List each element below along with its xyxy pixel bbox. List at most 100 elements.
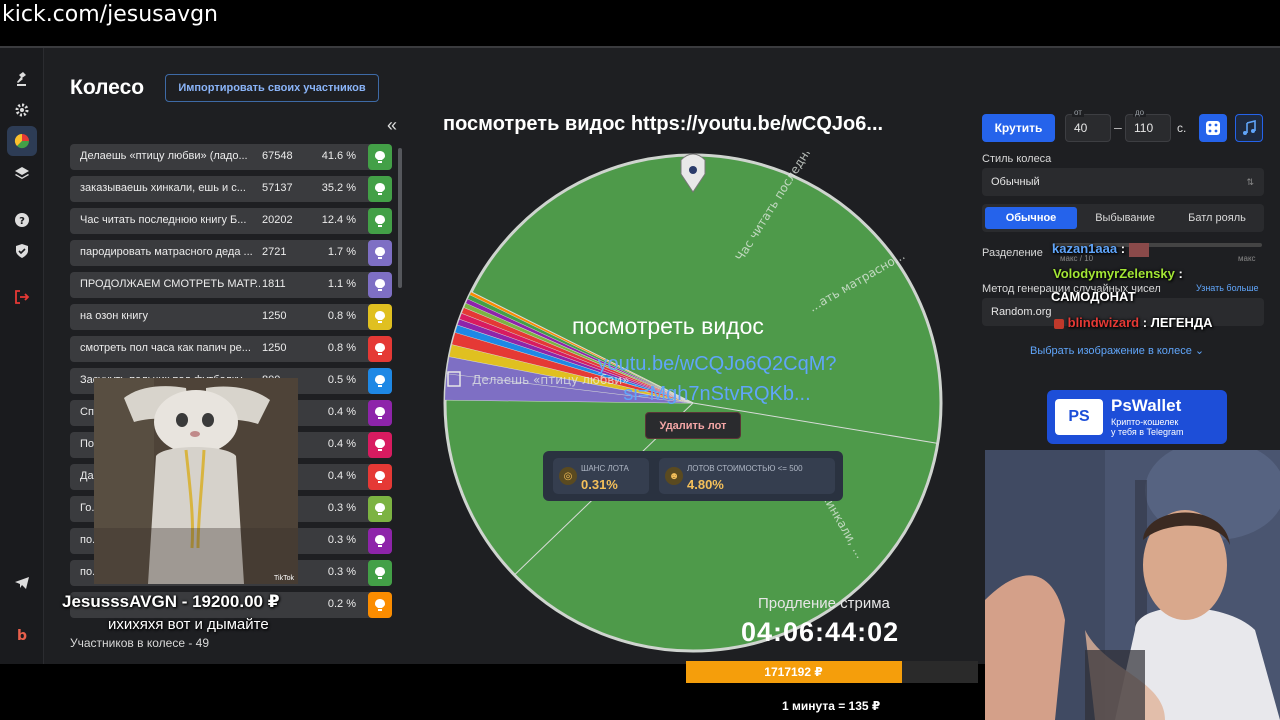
lot-row[interactable]: смотреть пол часа как папич ре... 1250 0.8… xyxy=(70,336,392,362)
lot-chance-label: ШАНС ЛОТА xyxy=(581,464,629,473)
lot-color-chip[interactable] xyxy=(368,336,392,362)
svg-text:?: ? xyxy=(19,216,25,227)
lot-stats: ◎ ШАНС ЛОТА 0.31% ☻ ЛОТОВ СТОИМОСТЬЮ <= … xyxy=(543,451,843,501)
wheel-title: посмотреть видос https://youtu.be/wCQJo6… xyxy=(443,113,884,135)
chat-text: : xyxy=(1178,266,1183,281)
lot-amount: 67548 xyxy=(262,150,293,162)
music-icon[interactable] xyxy=(1235,114,1263,142)
tiktok-watermark: TikTok xyxy=(274,575,294,582)
lot-color-chip[interactable] xyxy=(368,272,392,298)
lot-color-chip[interactable] xyxy=(368,176,392,202)
cheap-lots-value: 4.80% xyxy=(687,477,724,492)
wheel-style-select[interactable]: Обычный ⇅ xyxy=(982,168,1264,196)
chat-username: kazan1aaa xyxy=(1052,241,1118,256)
tab-elimination[interactable]: Выбывание xyxy=(1079,207,1171,229)
pswallet-tagline: Крипто-кошелек у тебя в Telegram xyxy=(1111,417,1184,437)
target-icon: ◎ xyxy=(559,467,577,485)
lightbulb-icon xyxy=(375,215,385,227)
lot-percent: 0.5 % xyxy=(327,374,356,386)
max-duration-input[interactable]: 110 xyxy=(1125,114,1171,142)
lot-chance-value: 0.31% xyxy=(581,477,618,492)
lot-name: пародировать матрасного деда ... xyxy=(80,246,253,258)
lot-percent: 0.4 % xyxy=(327,406,356,418)
lot-color-chip[interactable] xyxy=(368,368,392,394)
lot-color-chip[interactable] xyxy=(368,304,392,330)
lot-percent: 0.8 % xyxy=(327,310,356,322)
telegram-icon[interactable] xyxy=(7,568,37,598)
lot-color-chip[interactable] xyxy=(368,496,392,522)
lot-row[interactable]: заказываешь хинкали, ешь и с... 57137 35.2… xyxy=(70,176,392,202)
layers-icon[interactable] xyxy=(7,158,37,188)
chat-username: blindwizard xyxy=(1067,315,1140,330)
logout-icon[interactable] xyxy=(7,282,37,312)
tab-normal[interactable]: Обычное xyxy=(985,207,1077,229)
page-title: Колесо xyxy=(70,76,145,99)
lot-name: на озон книгу xyxy=(80,310,148,322)
lot-row[interactable]: Делаешь «птицу любви» (ладо... 67548 41.6 … xyxy=(70,144,392,170)
import-participants-button[interactable]: Импортировать своих участников xyxy=(165,74,379,102)
lightbulb-icon xyxy=(375,183,385,195)
tab-battle-royale[interactable]: Батл рояль xyxy=(1172,207,1262,229)
lot-percent: 0.3 % xyxy=(327,566,356,578)
lot-percent: 0.4 % xyxy=(327,438,356,450)
donation-message: ихихяхя вот и дымайте xyxy=(108,616,269,633)
lot-percent: 35.2 % xyxy=(321,182,356,194)
gavel-icon[interactable] xyxy=(7,64,37,94)
lot-row[interactable]: ПРОДОЛЖАЕМ СМОТРЕТЬ МАТР... 1811 1.1 % xyxy=(70,272,392,298)
choose-image-label: Выбрать изображение в колесе xyxy=(1030,345,1192,357)
lot-amount: 57137 xyxy=(262,182,293,194)
lot-percent: 12.4 % xyxy=(321,214,356,226)
cheap-lots-stat: ☻ ЛОТОВ СТОИМОСТЬЮ <= 500 4.80% xyxy=(659,458,835,494)
lot-color-chip[interactable] xyxy=(368,400,392,426)
lot-color-chip[interactable] xyxy=(368,432,392,458)
wheel-icon[interactable] xyxy=(7,126,37,156)
wheel-style-label: Стиль колеса xyxy=(982,153,1052,165)
lot-color-chip[interactable] xyxy=(368,208,392,234)
lot-color-chip[interactable] xyxy=(368,592,392,618)
donation-progress-text: 1717192 ₽ xyxy=(764,665,823,679)
collapse-icon[interactable]: « xyxy=(387,115,397,136)
min-duration-input[interactable]: 40 xyxy=(1065,114,1111,142)
shield-icon[interactable] xyxy=(7,236,37,266)
lightbulb-icon xyxy=(375,311,385,323)
lightbulb-icon xyxy=(375,375,385,387)
lot-color-chip[interactable] xyxy=(368,464,392,490)
lot-color-chip[interactable] xyxy=(368,144,392,170)
stream-timer: 04:06:44:02 xyxy=(741,617,900,647)
lot-color-chip[interactable] xyxy=(368,560,392,586)
lot-color-chip[interactable] xyxy=(368,240,392,266)
spin-button[interactable]: Крутить xyxy=(982,114,1055,142)
lot-row[interactable]: пародировать матрасного деда ... 2721 1.7 … xyxy=(70,240,392,266)
lightbulb-icon xyxy=(375,151,385,163)
delete-lot-button[interactable]: Удалить лот xyxy=(645,412,741,439)
choose-image-link[interactable]: Выбрать изображение в колесе ⌄ xyxy=(1030,344,1204,357)
brand-icon[interactable]: b xyxy=(7,620,37,650)
pswallet-banner[interactable]: PS PsWallet Крипто-кошелек у тебя в Tele… xyxy=(1047,390,1227,444)
selected-lot-link[interactable]: youtu.be/wCQJo6Q2CqM?si=Mgh7nStvRQKb... xyxy=(572,349,862,409)
lot-percent: 41.6 % xyxy=(321,150,356,162)
lot-color-chip[interactable] xyxy=(368,528,392,554)
learn-more-link[interactable]: Узнать больше xyxy=(1196,283,1259,293)
cheap-lots-label: ЛОТОВ СТОИМОСТЬЮ <= 500 xyxy=(687,464,803,473)
lot-amount: 2721 xyxy=(262,246,287,258)
chat-message: blindwizard : ЛЕГЕНДА xyxy=(1054,315,1213,330)
lot-row[interactable]: Час читать последнюю книгу Б... 20202 12.4… xyxy=(70,208,392,234)
lot-amount: 1250 xyxy=(262,342,287,354)
lot-percent: 0.8 % xyxy=(327,342,356,354)
split-max-label: макс xyxy=(1238,254,1256,263)
gear-icon[interactable] xyxy=(7,95,37,125)
chevron-updown-icon: ⇅ xyxy=(1246,177,1254,187)
cat-video-overlay: TikTok xyxy=(94,378,298,584)
lightbulb-icon xyxy=(375,439,385,451)
scrollbar[interactable] xyxy=(398,148,402,288)
lightbulb-icon xyxy=(375,343,385,355)
pswallet-tagline-1: Крипто-кошелек xyxy=(1111,417,1179,427)
dice-icon[interactable] xyxy=(1199,114,1227,142)
lot-percent: 0.2 % xyxy=(327,598,356,610)
donation-alert: JesusssAVGN - 19200.00 ₽ xyxy=(62,592,280,611)
lot-row[interactable]: на озон книгу 1250 0.8 % xyxy=(70,304,392,330)
address-bar: kick.com/jesusavgn xyxy=(0,0,1280,46)
chat-text: : xyxy=(1120,241,1126,256)
help-icon[interactable]: ? xyxy=(7,205,37,235)
lightbulb-icon xyxy=(375,599,385,611)
